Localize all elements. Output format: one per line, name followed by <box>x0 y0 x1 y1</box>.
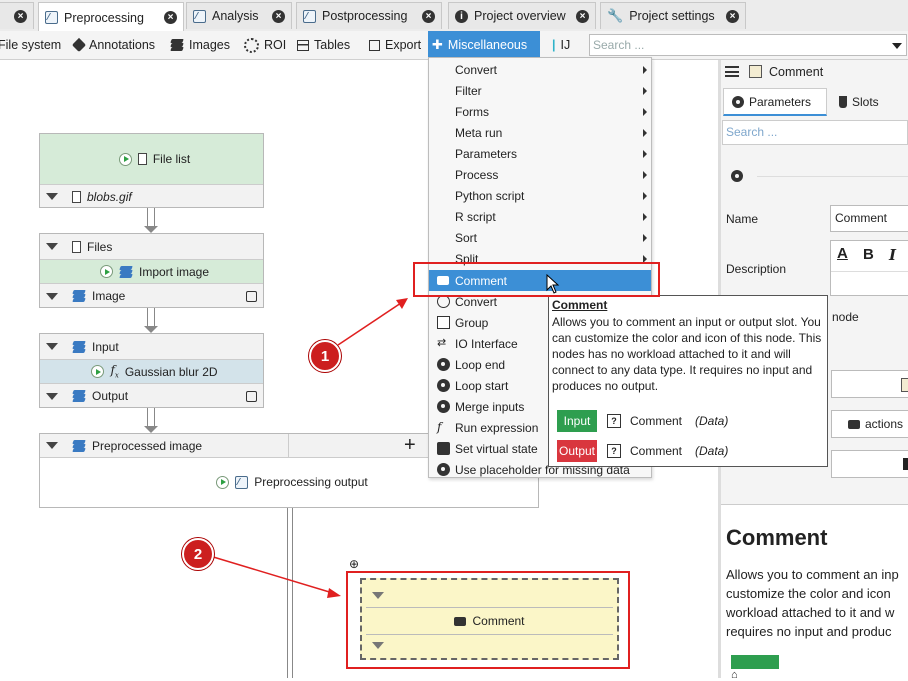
mouse-cursor-icon <box>546 274 560 294</box>
annotation-arrow-1-head <box>396 298 408 309</box>
annotation-arrow-2-head <box>327 588 341 598</box>
annotation-arrows <box>209 298 408 598</box>
annotation-arrow-2 <box>209 555 337 595</box>
annotation-badge-2: 2 <box>182 538 214 570</box>
annotation-arrow-1 <box>337 300 405 346</box>
annotation-badge-1: 1 <box>309 340 341 372</box>
